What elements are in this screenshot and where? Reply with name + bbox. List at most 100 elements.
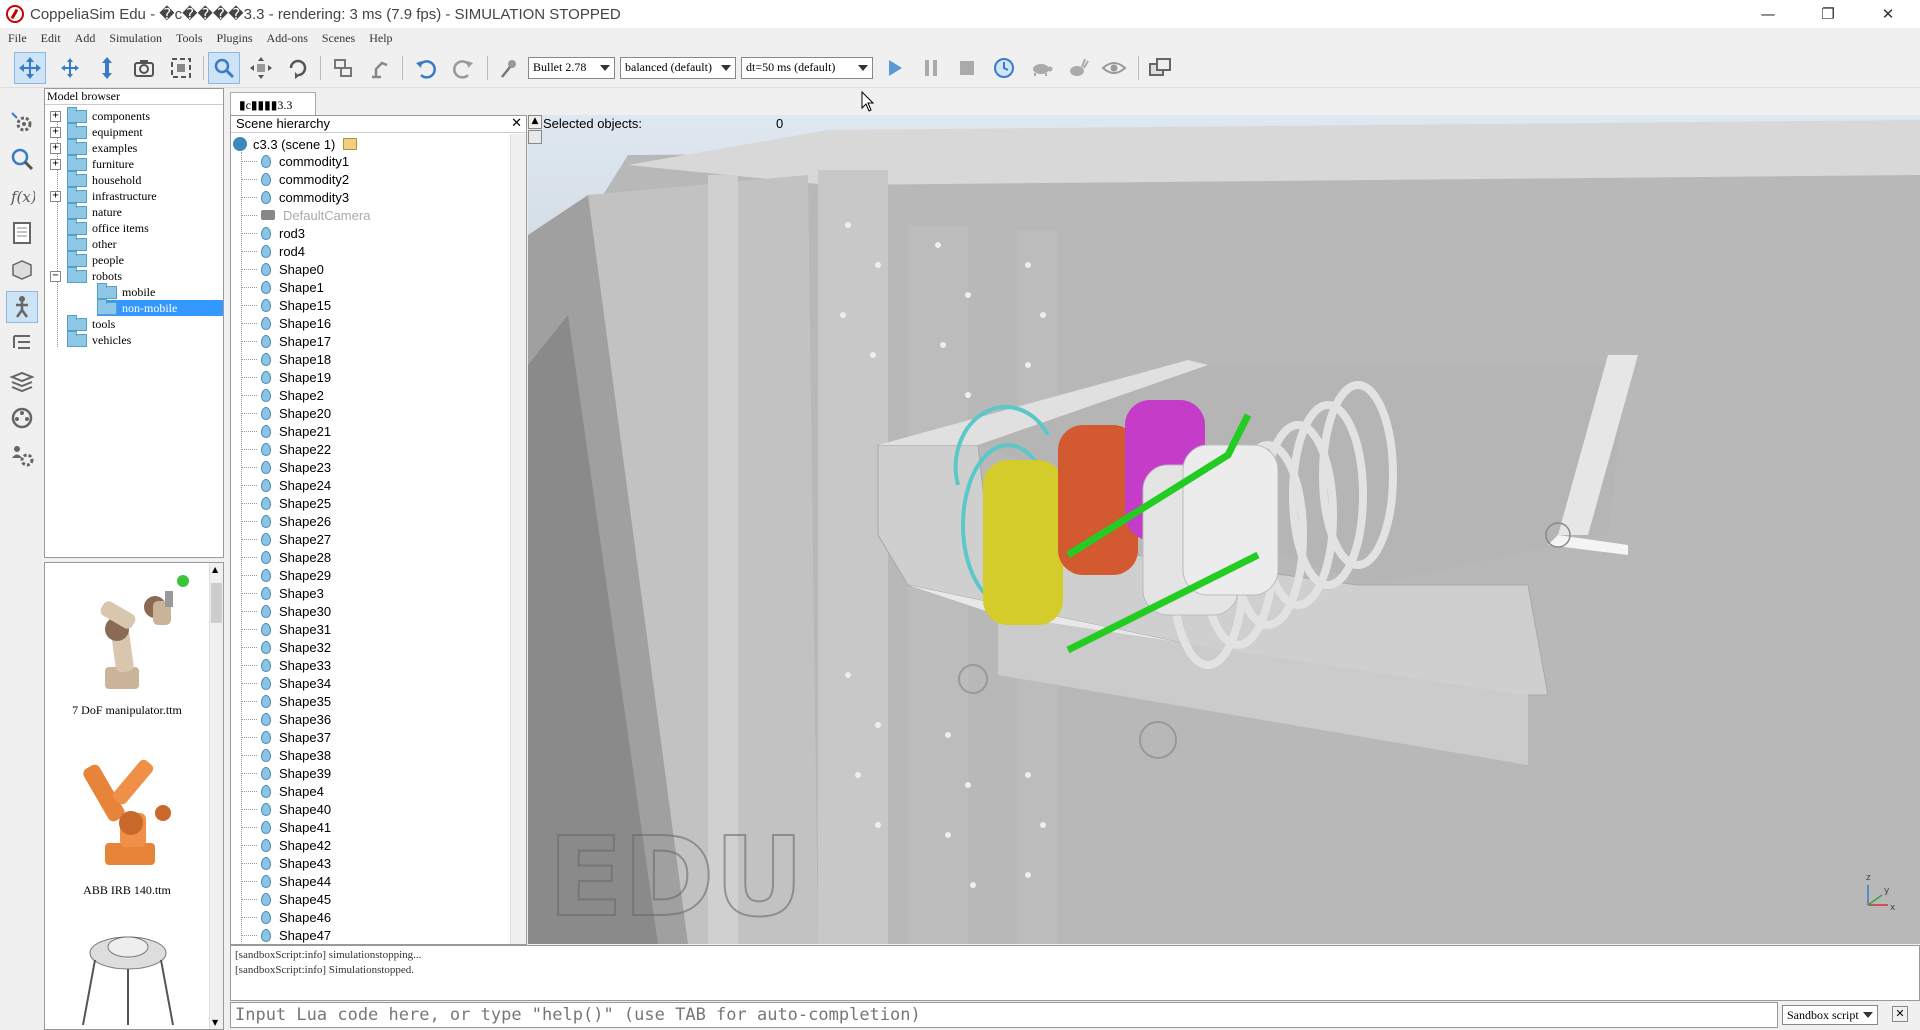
scene-object-item[interactable]: Shape44 <box>241 872 331 890</box>
menu-edit[interactable]: Edit <box>41 31 61 46</box>
expand-icon[interactable]: + <box>50 110 61 122</box>
video-recorder-button[interactable] <box>6 402 38 434</box>
scene-object-item[interactable]: Shape23 <box>241 458 331 476</box>
camera-angle-button[interactable] <box>128 52 160 84</box>
scene-object-item[interactable]: Shape30 <box>241 602 331 620</box>
menu-simulation[interactable]: Simulation <box>109 31 162 46</box>
calculation-modules-button[interactable]: f(x) <box>6 180 38 212</box>
scene-object-item[interactable]: Shape19 <box>241 368 331 386</box>
lua-command-input[interactable]: Input Lua code here, or type "help()" (u… <box>230 1002 1778 1028</box>
assemble-button[interactable] <box>327 52 359 84</box>
thumbnails-scrollbar[interactable]: ▲ ▼ <box>209 563 223 1029</box>
scene-object-item[interactable]: Shape17 <box>241 332 331 350</box>
stop-simulation-button[interactable] <box>951 52 983 84</box>
scene-object-item[interactable]: Shape45 <box>241 890 331 908</box>
expand-icon[interactable]: + <box>50 190 61 202</box>
undo-button[interactable] <box>410 52 442 84</box>
scene-object-item[interactable]: Shape21 <box>241 422 331 440</box>
scene-tab[interactable]: ▮c▮▮▮▮3.3 <box>230 92 316 116</box>
menu-plugins[interactable]: Plugins <box>217 31 253 46</box>
start-simulation-button[interactable] <box>878 52 910 84</box>
transfer-dna-button[interactable] <box>364 52 396 84</box>
collapse-icon[interactable]: − <box>50 270 61 282</box>
fit-to-view-button[interactable] <box>165 52 197 84</box>
expand-icon[interactable]: + <box>50 126 61 138</box>
scene-object-item[interactable]: Shape34 <box>241 674 331 692</box>
menu-scenes[interactable]: Scenes <box>322 31 355 46</box>
viewport-toggle-icon[interactable] <box>528 130 542 144</box>
scene-object-item[interactable]: Shape41 <box>241 818 331 836</box>
menu-tools[interactable]: Tools <box>176 31 203 46</box>
dynamics-settings-button[interactable] <box>493 52 525 84</box>
menu-addons[interactable]: Add-ons <box>267 31 308 46</box>
model-folder-office-items[interactable]: office items <box>67 218 149 236</box>
scene-object-item[interactable]: Shape16 <box>241 314 331 332</box>
scene-hierarchy-scrollbar[interactable] <box>510 134 526 944</box>
menu-add[interactable]: Add <box>75 31 96 46</box>
model-folder-components[interactable]: + components <box>50 106 150 124</box>
scene-object-item[interactable]: Shape3 <box>241 584 324 602</box>
scene-object-item[interactable]: Shape1 <box>241 278 324 296</box>
model-folder-household[interactable]: household <box>67 170 141 188</box>
model-folder-non-mobile[interactable]: non-mobile <box>97 298 223 316</box>
accuracy-select[interactable]: balanced (default) <box>620 57 736 79</box>
scene-object-item[interactable]: rod4 <box>241 242 305 260</box>
scene-object-item[interactable]: Shape42 <box>241 836 331 854</box>
scene-object-item[interactable]: Shape43 <box>241 854 331 872</box>
delta-robot-thumbnail[interactable] <box>73 925 183 1029</box>
simulation-settings-button[interactable] <box>6 106 38 138</box>
scene-object-item[interactable]: DefaultCamera <box>241 206 370 224</box>
object-shift-button[interactable] <box>245 52 277 84</box>
menu-help[interactable]: Help <box>369 31 392 46</box>
scene-object-item[interactable]: rod3 <box>241 224 305 242</box>
scene-object-item[interactable]: Shape2 <box>241 386 324 404</box>
scene-object-item[interactable]: Shape33 <box>241 656 331 674</box>
scene-object-item[interactable]: Shape26 <box>241 512 331 530</box>
scene-object-item[interactable]: Shape28 <box>241 548 331 566</box>
scroll-down-icon[interactable]: ▼ <box>212 1018 218 1027</box>
speed-up-button[interactable] <box>1062 52 1094 84</box>
model-folder-robots[interactable]: − robots <box>50 266 122 284</box>
scene-object-item[interactable]: Shape32 <box>241 638 331 656</box>
scene-object-item[interactable]: Shape39 <box>241 764 331 782</box>
3d-viewport[interactable]: EDU z y x ▲ <box>528 115 1920 944</box>
scene-object-item[interactable]: Shape46 <box>241 908 331 926</box>
expand-icon[interactable]: + <box>50 158 61 170</box>
scene-hierarchy-toggle-button[interactable] <box>6 328 38 360</box>
pause-simulation-button[interactable] <box>915 52 947 84</box>
physics-engine-select[interactable]: Bullet 2.78 <box>528 57 615 79</box>
scene-object-item[interactable]: Shape40 <box>241 800 331 818</box>
scene-object-item[interactable]: Shape22 <box>241 440 331 458</box>
scene-object-item[interactable]: Shape20 <box>241 404 331 422</box>
camera-rotate-button[interactable] <box>54 52 86 84</box>
scene-object-item[interactable]: Shape37 <box>241 728 331 746</box>
scene-object-item[interactable]: Shape27 <box>241 530 331 548</box>
object-rotate-button[interactable] <box>282 52 314 84</box>
layers-button[interactable] <box>6 365 38 397</box>
close-icon[interactable]: ✕ <box>511 116 522 131</box>
user-settings-button[interactable] <box>6 439 38 471</box>
scene-object-item[interactable]: Shape29 <box>241 566 331 584</box>
redo-button[interactable] <box>447 52 479 84</box>
toggle-visualization-button[interactable] <box>1098 52 1130 84</box>
menu-file[interactable]: File <box>8 31 27 46</box>
scene-render[interactable]: EDU z y x <box>528 115 1920 944</box>
scene-object-item[interactable]: Shape24 <box>241 476 331 494</box>
camera-shift-button[interactable] <box>91 52 123 84</box>
scene-object-item[interactable]: Shape47 <box>241 926 331 944</box>
page-selector-button[interactable] <box>1144 52 1176 84</box>
model-folder-vehicles[interactable]: vehicles <box>67 330 131 348</box>
scroll-up-icon[interactable]: ▲ <box>528 115 542 129</box>
scene-object-item[interactable]: Shape31 <box>241 620 331 638</box>
scene-object-item[interactable]: Shape38 <box>241 746 331 764</box>
model-folder-equipment[interactable]: + equipment <box>50 122 143 140</box>
slow-down-button[interactable] <box>1025 52 1057 84</box>
scene-object-item[interactable]: commodity3 <box>241 188 349 206</box>
collections-button[interactable] <box>6 217 38 249</box>
model-browser-toggle-button[interactable] <box>6 291 38 323</box>
scene-object-item[interactable]: Shape4 <box>241 782 324 800</box>
close-console-button[interactable]: ✕ <box>1892 1006 1908 1022</box>
restore-button[interactable]: ❐ <box>1800 0 1856 28</box>
close-window-button[interactable]: ✕ <box>1860 0 1916 28</box>
object-select-button[interactable] <box>208 52 240 84</box>
